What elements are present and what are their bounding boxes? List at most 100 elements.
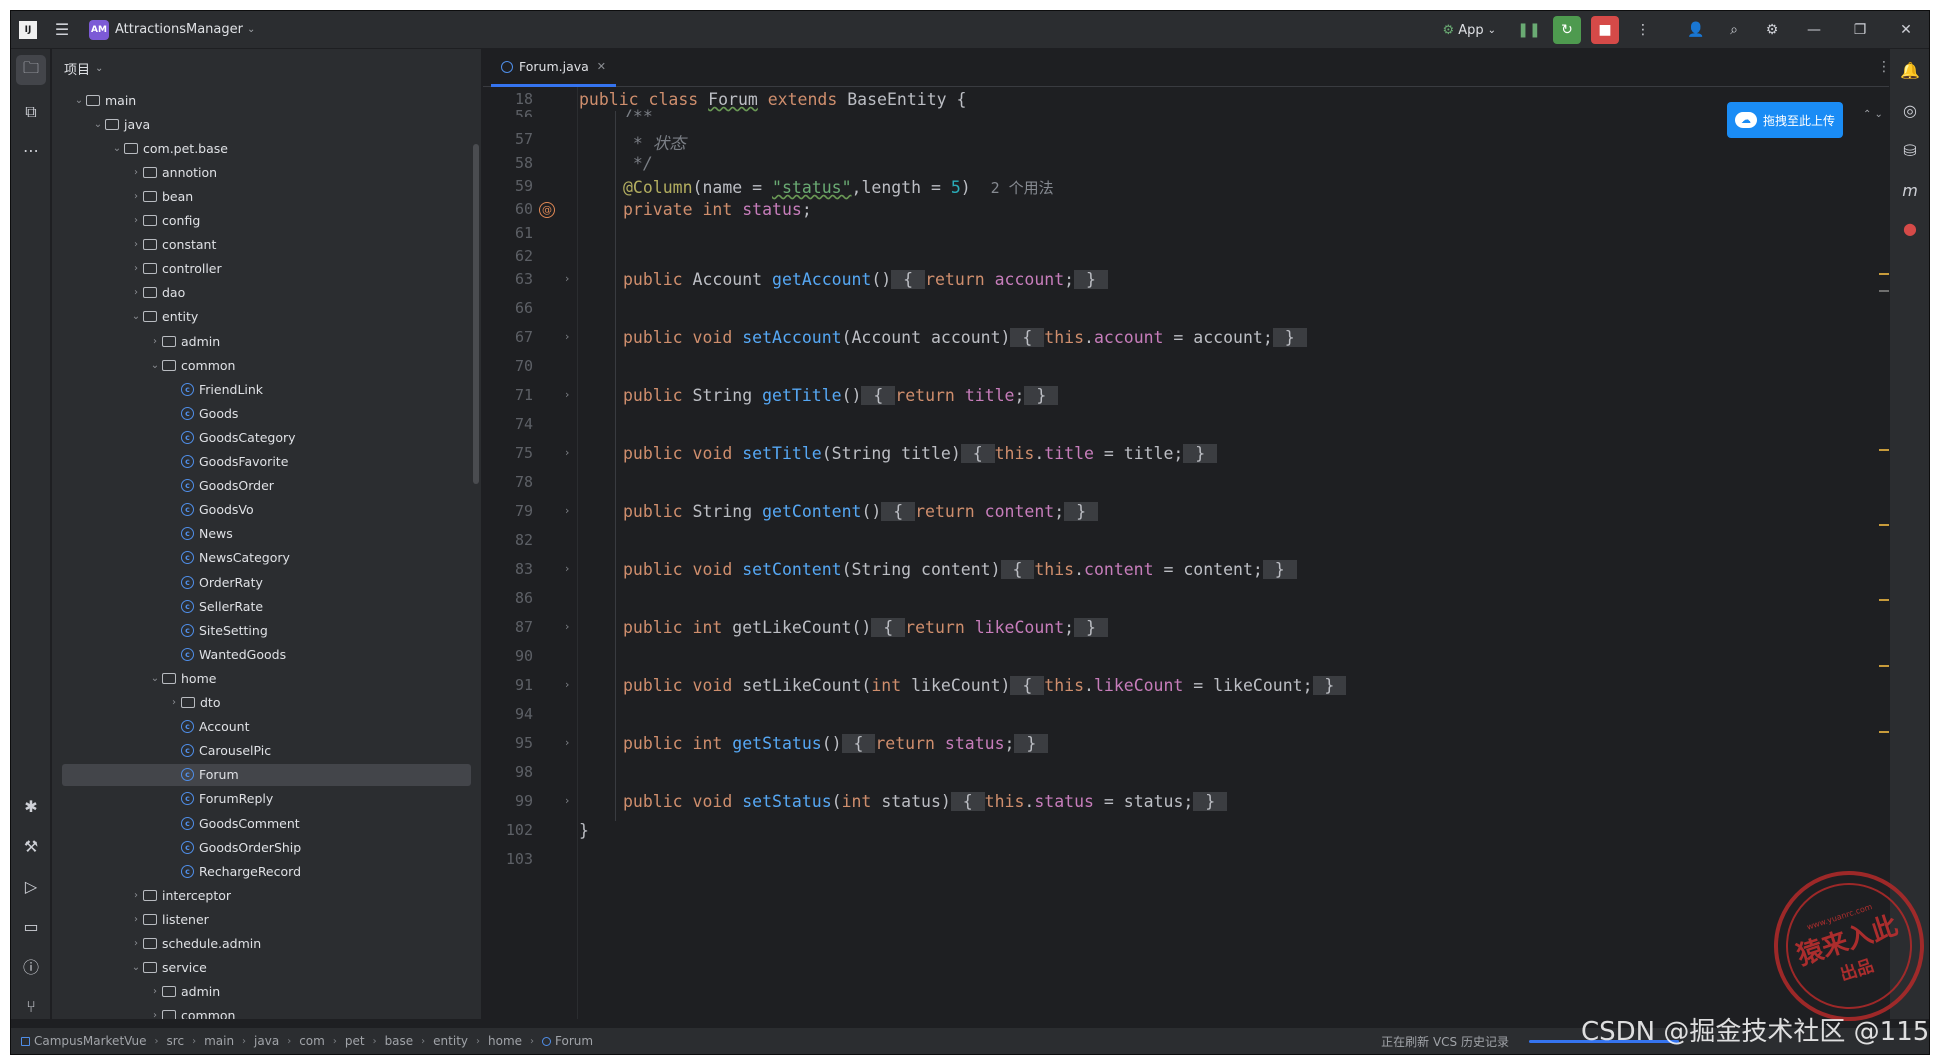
tree-class[interactable]: c GoodsFavorite [52,451,481,473]
tree-class[interactable]: c GoodsVo [52,499,481,521]
tree-folder[interactable]: › dto [52,692,481,714]
fold-chevron-icon[interactable]: › [565,620,569,633]
tree-folder[interactable]: ⌄ common [52,354,481,376]
tree-folder[interactable]: ⌄ service [52,957,481,979]
chevron-right-icon[interactable]: › [148,1010,162,1019]
tree-folder[interactable]: › dao [52,282,481,304]
tree-folder[interactable]: ⌄ entity [52,306,481,328]
fold-chevron-icon[interactable]: › [565,388,569,401]
database-icon[interactable]: ⛁ [1895,135,1925,165]
fold-chevron-icon[interactable]: › [565,736,569,749]
fold-chevron-icon[interactable]: › [565,504,569,517]
search-icon[interactable]: ⌕ [1720,16,1748,44]
breadcrumb-item[interactable]: home [488,1034,522,1048]
fold-chevron-icon[interactable]: › [565,330,569,343]
fold-chevron-icon[interactable]: › [565,562,569,575]
tree-folder[interactable]: › config [52,210,481,232]
close-window-button[interactable]: ✕ [1883,11,1929,49]
tree-folder[interactable]: ⌄ java [52,113,481,135]
project-panel-header[interactable]: 项目 ⌄ [52,49,481,87]
chevron-right-icon[interactable]: › [129,239,143,250]
tree-class[interactable]: c RechargeRecord [52,860,481,882]
minimize-button[interactable]: — [1791,11,1837,49]
chevron-down-icon[interactable]: ⌄ [72,95,86,106]
tree-folder[interactable]: › admin [52,330,481,352]
problems-icon[interactable]: ⓘ [16,951,46,981]
chevron-down-icon[interactable]: ⌄ [247,24,255,35]
ai-assistant-icon[interactable]: ◎ [1895,95,1925,125]
terminal-icon[interactable]: ▭ [16,911,46,941]
tree-class[interactable]: c GoodsCategory [52,426,481,448]
panel-scrollbar[interactable] [473,144,479,484]
breadcrumb-item[interactable]: CampusMarketVue [21,1034,147,1048]
add-user-icon[interactable]: 👤 [1682,16,1710,44]
chevron-right-icon[interactable]: › [129,287,143,298]
tree-folder[interactable]: ⌄ main [52,89,481,111]
chevron-right-icon[interactable]: › [129,914,143,925]
chevron-down-icon[interactable]: ⌄ [148,673,162,684]
project-name[interactable]: AttractionsManager [115,22,243,37]
fold-chevron-icon[interactable]: › [565,446,569,459]
run-icon[interactable]: ▷ [16,871,46,901]
code-editor[interactable]: public class Forum extends BaseEntity { … [579,87,1879,1019]
tree-class[interactable]: c Account [52,716,481,738]
tree-class[interactable]: c NewsCategory [52,547,481,569]
tree-class[interactable]: c FriendLink [52,378,481,400]
tree-class[interactable]: c OrderRaty [52,571,481,593]
tree-class[interactable]: c Forum [62,763,471,786]
chevron-right-icon[interactable]: › [148,336,162,347]
breadcrumb-item[interactable]: src [167,1034,185,1048]
upload-drop-button[interactable]: ☁ 拖拽至此上传 [1727,102,1844,138]
build-icon[interactable]: ⚒ [16,831,46,861]
tree-class[interactable]: c ForumReply [52,788,481,810]
git-icon[interactable]: ⑂ [16,991,46,1021]
tree-class[interactable]: c SiteSetting [52,619,481,641]
rerun-button[interactable]: ↻ [1553,16,1581,44]
tree-class[interactable]: c Goods [52,402,481,424]
maven-icon[interactable]: m [1895,175,1925,205]
usage-hint[interactable]: 2 个用法 [991,179,1054,197]
pause-icon[interactable]: ❚❚ [1515,16,1543,44]
chevron-down-icon[interactable]: ⌄ [129,311,143,322]
project-folder-icon[interactable]: 🗀 [16,55,46,85]
tree-class[interactable]: c CarouselPic [52,740,481,762]
chevron-right-icon[interactable]: › [129,215,143,226]
breadcrumb-item[interactable]: entity [433,1034,468,1048]
tree-folder[interactable]: › common [52,1005,481,1019]
project-badge[interactable]: AM [89,19,109,40]
tree-folder[interactable]: › constant [52,234,481,256]
close-icon[interactable]: ✕ [597,60,606,73]
tree-folder[interactable]: › bean [52,185,481,207]
notifications-icon[interactable]: 🔔 [1895,55,1925,85]
breadcrumb-item[interactable]: main [204,1034,234,1048]
chevron-down-icon[interactable]: ⌄ [129,962,143,973]
chevron-down-icon[interactable]: ⌄ [110,143,124,154]
restore-button[interactable]: ❐ [1837,11,1883,49]
fold-chevron-icon[interactable]: › [565,272,569,285]
chevron-right-icon[interactable]: › [129,167,143,178]
tree-class[interactable]: c GoodsOrderShip [52,836,481,858]
tree-class[interactable]: c GoodsComment [52,812,481,834]
annotation-marker-icon[interactable]: @ [539,202,555,218]
stop-button[interactable]: ■ [1591,16,1619,44]
breadcrumb-item[interactable]: com [299,1034,325,1048]
plugin-icon[interactable]: ● [1895,213,1925,243]
chevron-right-icon[interactable]: › [129,890,143,901]
more-tools-icon[interactable]: ⋯ [16,135,46,165]
chevron-right-icon[interactable]: › [129,191,143,202]
chevron-down-icon[interactable]: ⌄ [148,360,162,371]
chevron-right-icon[interactable]: › [129,938,143,949]
tab-forum-java[interactable]: Forum.java ✕ [491,49,617,87]
tree-folder[interactable]: › annotion [52,161,481,183]
tree-folder[interactable]: › interceptor [52,884,481,906]
intellij-logo-icon[interactable]: IJ [19,20,37,39]
main-menu-icon[interactable]: ☰ [47,15,77,45]
tree-class[interactable]: c News [52,523,481,545]
tree-folder[interactable]: ⌄ com.pet.base [52,137,481,159]
breadcrumb-item[interactable]: base [385,1034,414,1048]
chevron-right-icon[interactable]: › [148,986,162,997]
chevron-down-icon[interactable]: ⌄ [91,119,105,130]
run-config-selector[interactable]: ⚙ App ⌄ [1443,23,1496,38]
fold-chevron-icon[interactable]: › [565,678,569,691]
breadcrumb-item[interactable]: java [254,1034,279,1048]
